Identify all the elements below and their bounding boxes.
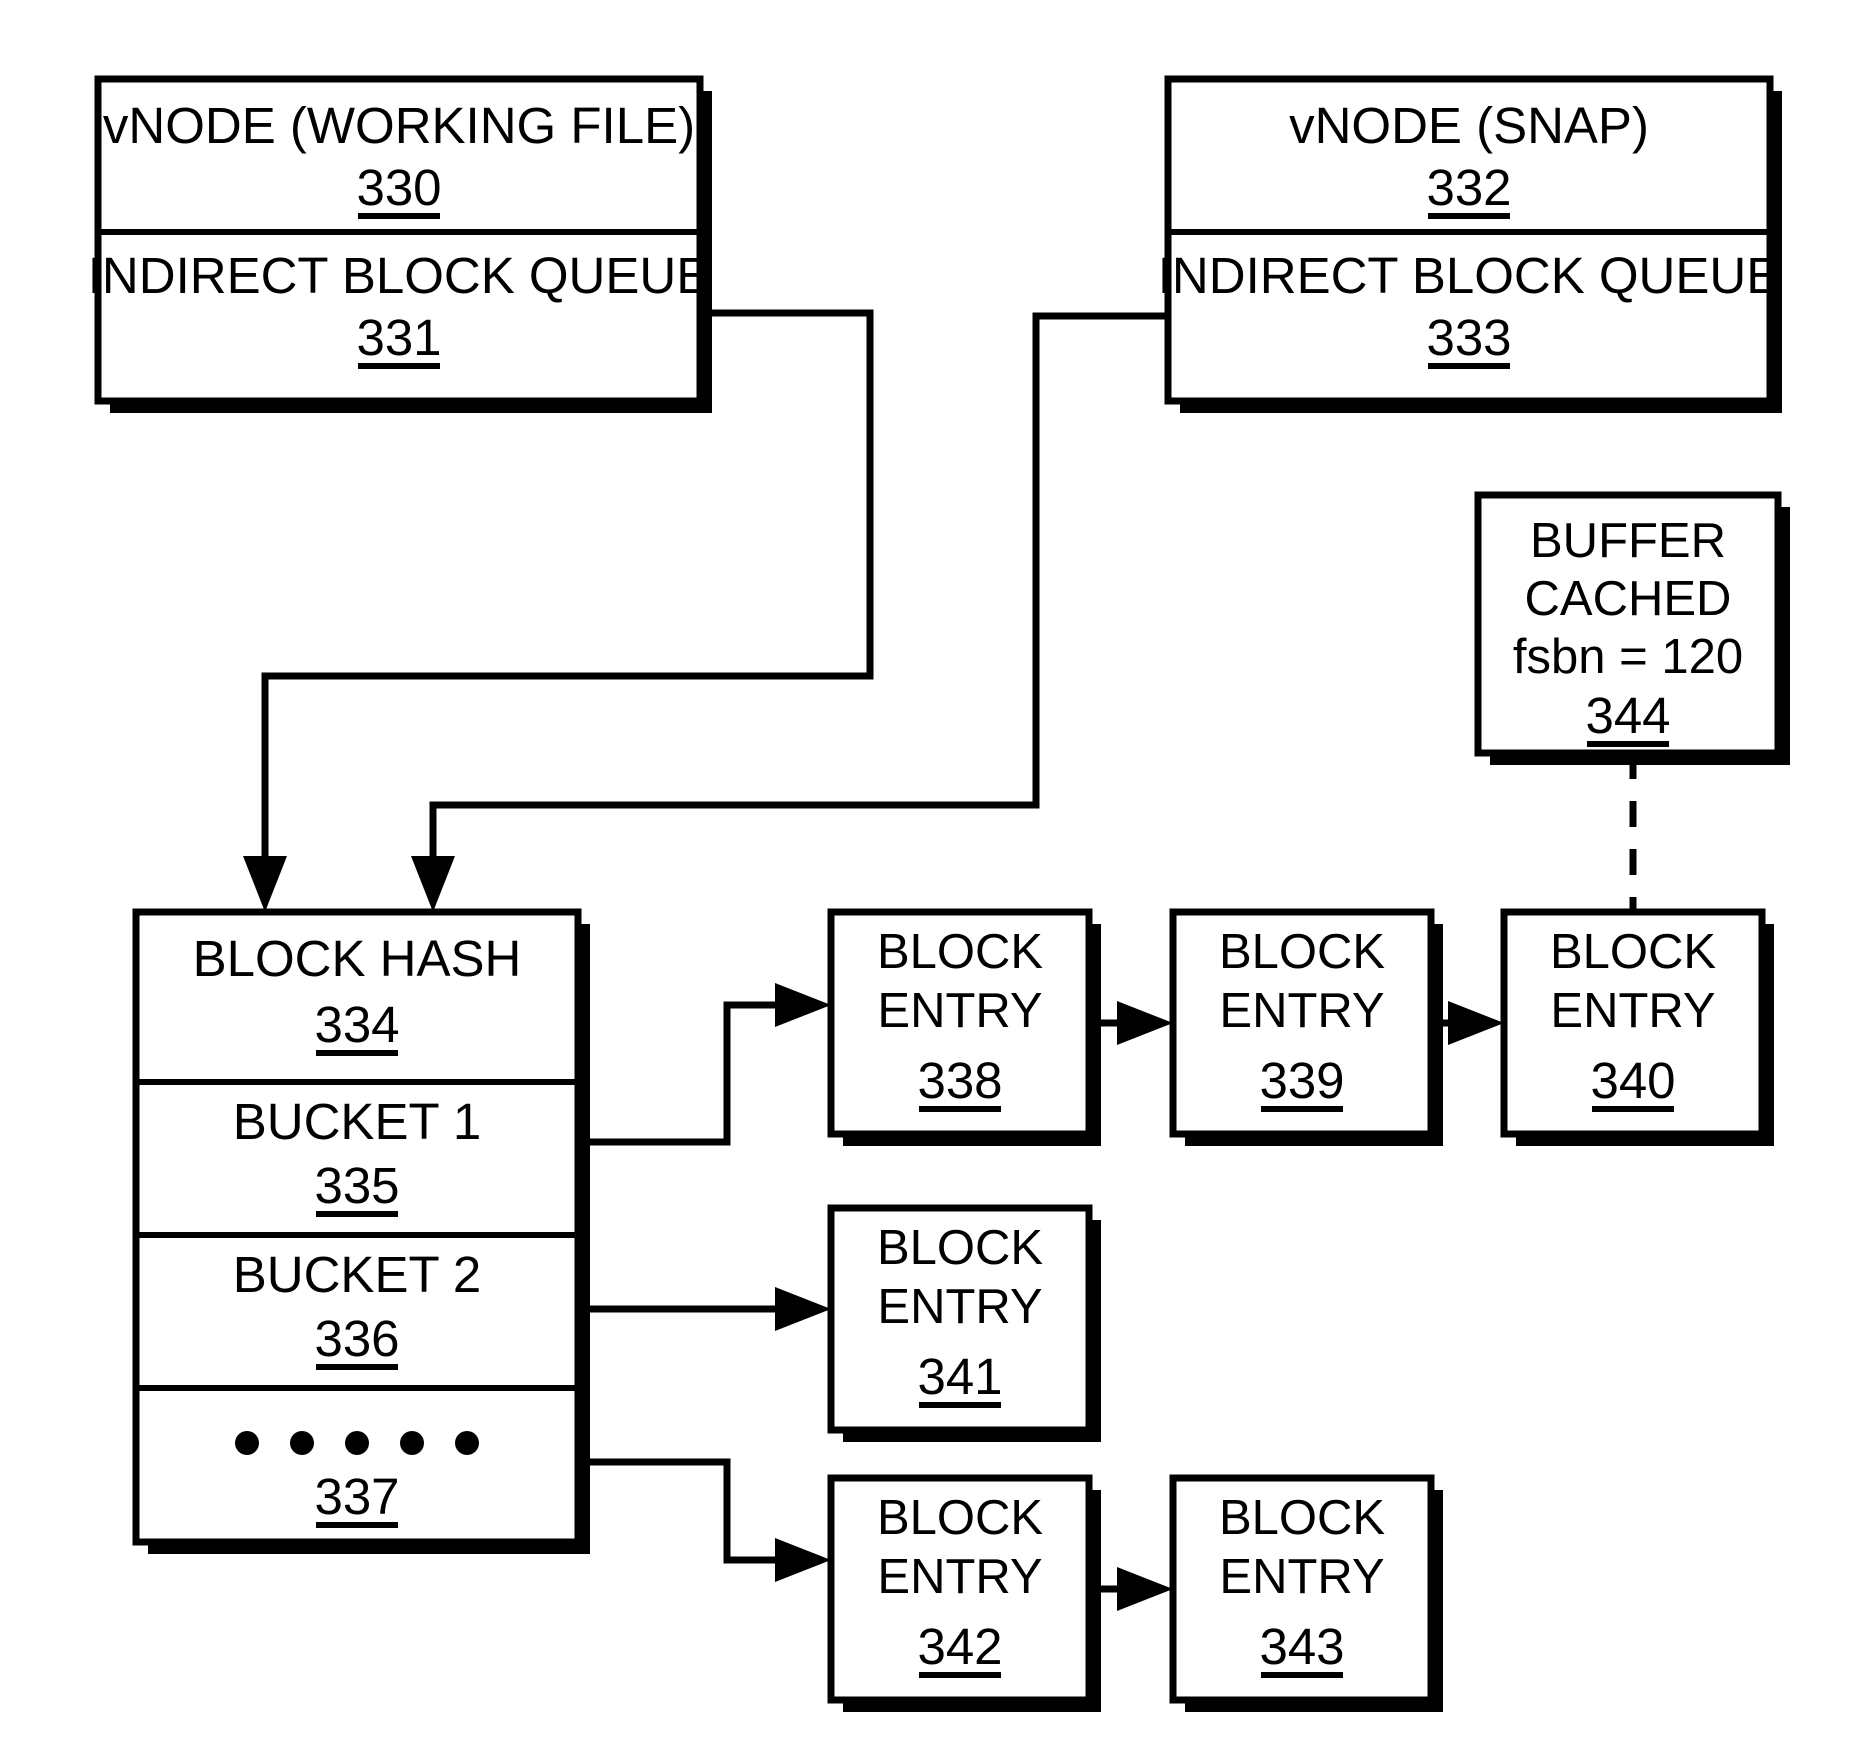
block-hash-row-2-ref: 336 [314,1310,399,1367]
block-entry-342-ref: 342 [917,1618,1002,1675]
block-entry-341-ref: 341 [917,1348,1002,1405]
vnode-working-file-body-ref: 331 [356,309,441,366]
block-entry-340-line1: BLOCK [1550,925,1716,979]
connector-342-to-343 [1091,1567,1173,1611]
block-entry-340-box: BLOCK ENTRY 340 [1500,908,1774,1146]
block-entry-338-line2: ENTRY [877,984,1042,1038]
block-hash-row-3-ref: 337 [314,1468,399,1525]
block-entry-340-line2: ENTRY [1550,984,1715,1038]
block-hash-row-1-ref: 335 [314,1157,399,1214]
block-entry-340-ref: 340 [1590,1052,1675,1109]
block-entry-343-line2: ENTRY [1219,1550,1384,1604]
block-entry-343-line1: BLOCK [1219,1491,1385,1545]
connector-336-to-341 [574,1287,831,1331]
connector-338-339-arrowhead [1117,1001,1173,1045]
block-entry-342-line1: BLOCK [877,1491,1043,1545]
block-entry-342-box: BLOCK ENTRY 342 [827,1474,1101,1712]
vnode-snap-header-label: vNODE (SNAP) [1289,97,1649,154]
figure-canvas: vNODE (WORKING FILE) 330 INDIRECT BLOCK … [0,0,1874,1763]
block-entry-341-line1: BLOCK [877,1221,1043,1275]
block-entry-338-box: BLOCK ENTRY 338 [827,908,1101,1146]
vnode-working-file-header-label: vNODE (WORKING FILE) [103,97,695,154]
block-entry-339-line1: BLOCK [1219,925,1385,979]
connector-333-arrowhead [411,856,455,912]
block-hash-row-1-label: BUCKET 1 [233,1093,481,1150]
connector-335-to-338 [574,983,831,1146]
connector-331-arrowhead [243,856,287,912]
block-entry-339-ref: 339 [1259,1052,1344,1109]
connector-337-to-342 [574,1458,831,1582]
connector-336-arrowhead [775,1287,831,1331]
vnode-snap-box: vNODE (SNAP) 332 INDIRECT BLOCK QUEUE 33… [1158,75,1782,413]
block-entry-339-box: BLOCK ENTRY 339 [1169,908,1443,1146]
block-entry-338-line1: BLOCK [877,925,1043,979]
block-entry-341-line2: ENTRY [877,1280,1042,1334]
block-entry-342-line2: ENTRY [877,1550,1042,1604]
block-entry-341-box: BLOCK ENTRY 341 [827,1204,1101,1442]
connector-339-to-340 [1433,1001,1504,1045]
block-entry-338-ref: 338 [917,1052,1002,1109]
block-hash-row-0-ref: 334 [314,996,399,1053]
buffer-cached-box: BUFFER CACHED fsbn = 120 344 [1474,491,1790,765]
block-entry-343-box: BLOCK ENTRY 343 [1169,1474,1443,1712]
buffer-cached-line1: BUFFER [1530,514,1726,568]
vnode-snap-body-label: INDIRECT BLOCK QUEUE [1158,247,1781,304]
block-hash-row-0-label: BLOCK HASH [193,930,522,987]
vnode-working-file-box: vNODE (WORKING FILE) 330 INDIRECT BLOCK … [88,75,712,413]
vnode-snap-body-ref: 333 [1426,309,1511,366]
vnode-snap-header-ref: 332 [1426,159,1511,216]
vnode-working-file-header-ref: 330 [356,159,441,216]
vnode-working-file-body-label: INDIRECT BLOCK QUEUE [88,247,711,304]
connector-335-arrowhead [775,983,831,1027]
buffer-cached-ref: 344 [1585,687,1670,744]
block-hash-diagram: vNODE (WORKING FILE) 330 INDIRECT BLOCK … [88,75,1790,1712]
block-hash-table: BLOCK HASH 334 BUCKET 1 335 BUCKET 2 336 [132,908,590,1554]
connector-337-arrowhead [775,1538,831,1582]
connector-339-340-arrowhead [1448,1001,1504,1045]
connector-342-343-arrowhead [1117,1567,1173,1611]
connector-338-to-339 [1091,1001,1173,1045]
buffer-cached-fsbn-value: fsbn = 120 [1513,630,1743,684]
block-entry-343-ref: 343 [1259,1618,1344,1675]
block-hash-row-2-label: BUCKET 2 [233,1246,481,1303]
buffer-cached-line2: CACHED [1525,572,1732,626]
block-entry-339-line2: ENTRY [1219,984,1384,1038]
